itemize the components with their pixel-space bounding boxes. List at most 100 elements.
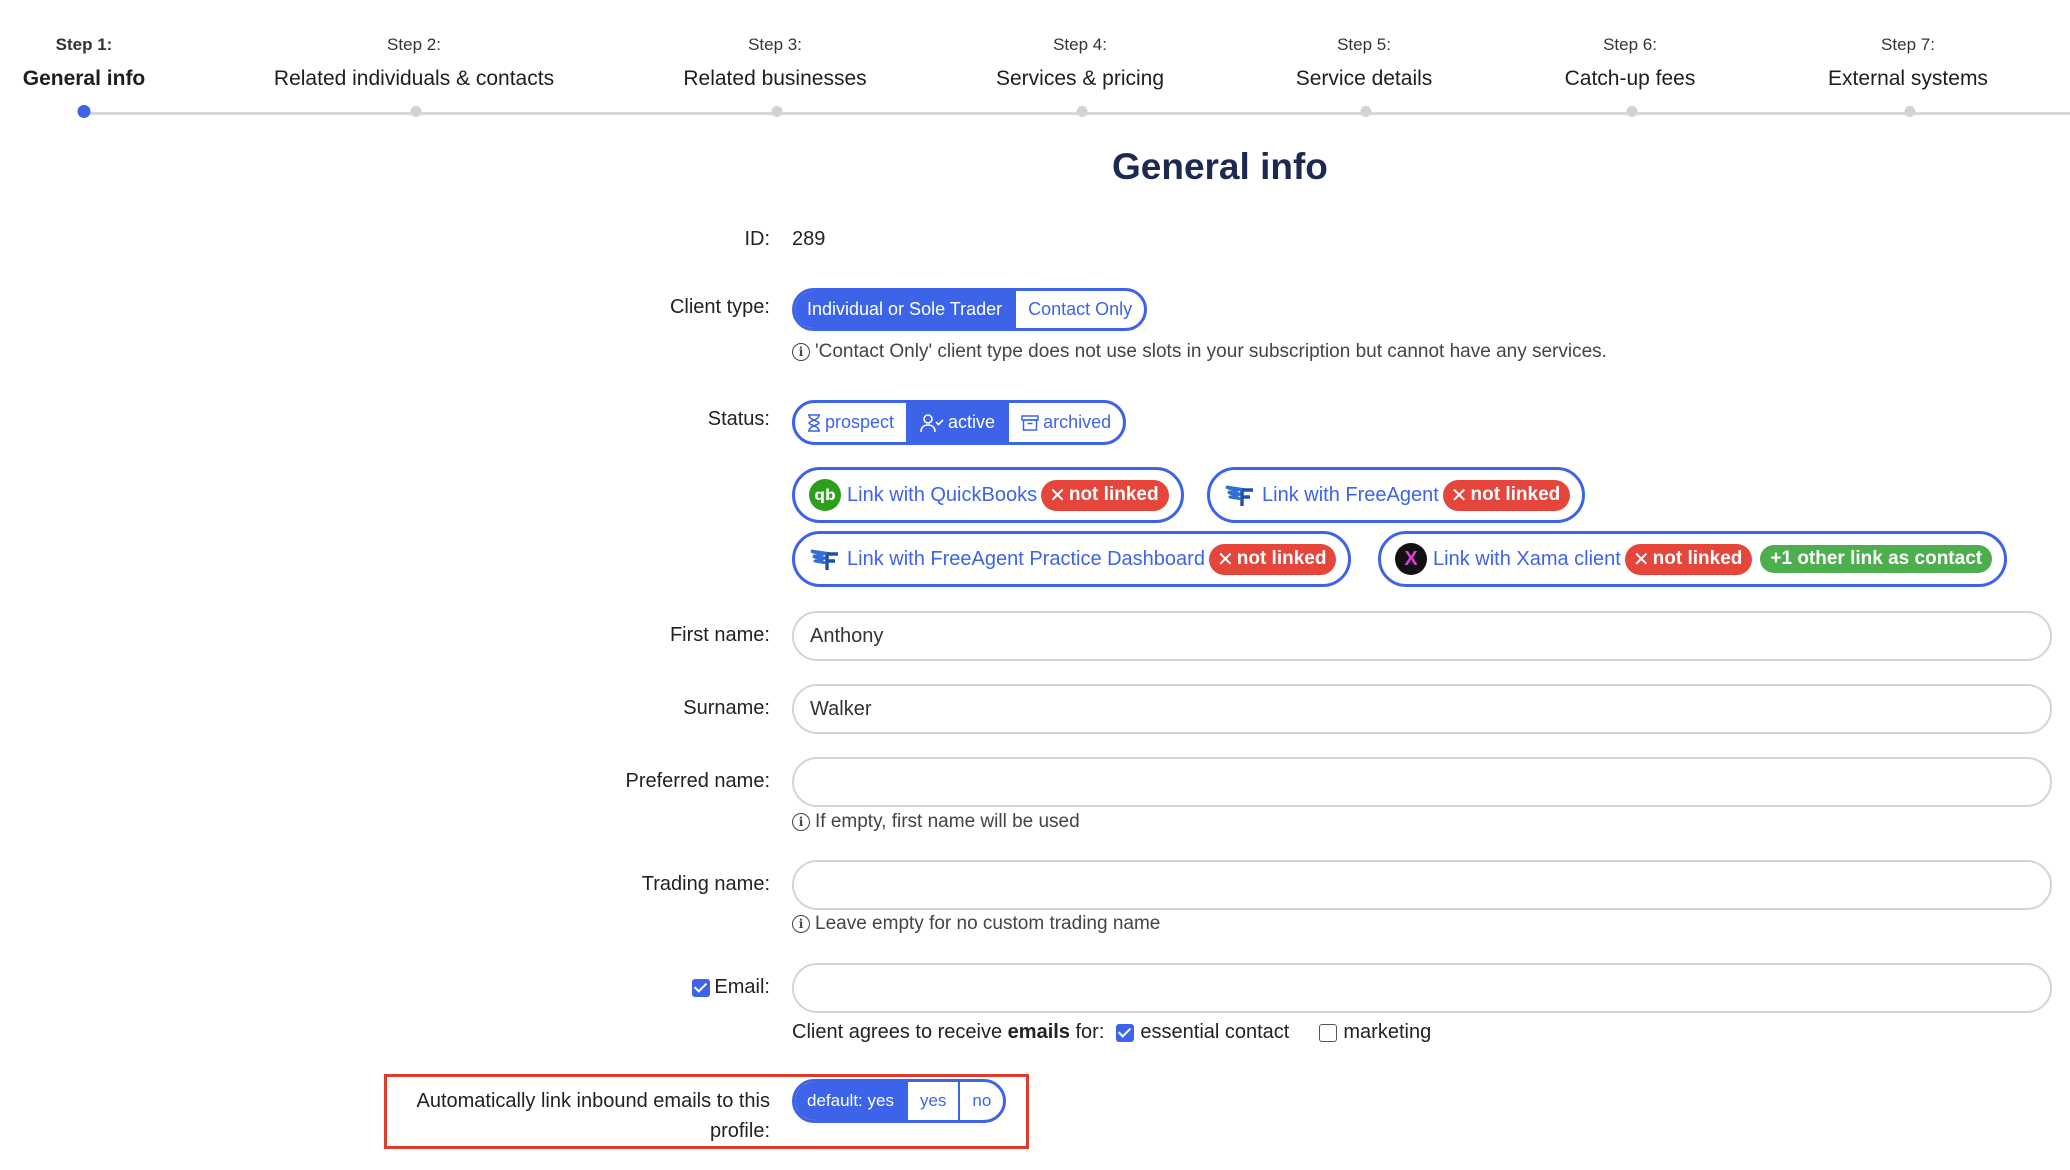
- step-dot[interactable]: [1904, 106, 1916, 117]
- trading-name-hint-text: Leave empty for no custom trading name: [815, 913, 1161, 934]
- step-related-businesses[interactable]: Step 3: Related businesses: [683, 34, 866, 92]
- email-consent-bold: emails: [1007, 1021, 1070, 1043]
- page-title: General info: [1112, 146, 1328, 187]
- status-prospect-option[interactable]: prospect: [795, 403, 906, 442]
- auto-link-toggle: default: yes yes no: [792, 1079, 1007, 1123]
- not-linked-badge: ✕ not linked: [1624, 543, 1753, 575]
- status-toggle: prospect active archived: [792, 400, 1127, 445]
- status-archived-label: archived: [1043, 412, 1112, 432]
- step-dot[interactable]: [1626, 106, 1638, 117]
- trading-name-label: Trading name:: [641, 873, 770, 895]
- not-linked-badge: ✕ not linked: [1041, 479, 1169, 511]
- preferred-name-label: Preferred name:: [625, 770, 770, 792]
- email-input[interactable]: [792, 963, 2052, 1013]
- id-label: ID:: [744, 228, 770, 250]
- client-type-hint: i 'Contact Only' client type does not us…: [792, 341, 1607, 363]
- step-number: Step 1:: [55, 35, 113, 54]
- first-name-label: First name:: [669, 624, 770, 646]
- step-service-details[interactable]: Step 5: Service details: [1296, 34, 1433, 92]
- step-title: Catch-up fees: [1564, 67, 1696, 90]
- step-number: Step 3:: [748, 35, 802, 54]
- step-dot[interactable]: [771, 106, 783, 117]
- client-type-label: Client type:: [669, 296, 770, 318]
- id-value: 289: [792, 228, 826, 250]
- step-number: Step 2:: [387, 35, 441, 54]
- link-quickbooks-label: Link with QuickBooks: [847, 483, 1038, 506]
- client-type-toggle: Individual or Sole Trader Contact Only: [792, 288, 1148, 331]
- step-title: Related businesses: [683, 67, 867, 90]
- status-label: Status:: [707, 408, 770, 430]
- x-icon: ✕: [1049, 484, 1066, 507]
- step-external-systems[interactable]: Step 7: External systems: [1828, 34, 1988, 92]
- step-title: Services & pricing: [995, 67, 1165, 90]
- marketing-checkbox[interactable]: [1319, 1023, 1338, 1042]
- status-active-option[interactable]: active: [906, 403, 1008, 442]
- email-consent-prefix: Client agrees to receive: [792, 1021, 1008, 1043]
- status-archived-option[interactable]: archived: [1007, 403, 1123, 442]
- step-dot[interactable]: [1360, 106, 1372, 117]
- step-dot[interactable]: [77, 105, 91, 118]
- auto-link-label: Automatically link inbound emails to thi…: [416, 1086, 770, 1146]
- email-label: Email:: [714, 976, 770, 998]
- email-enabled-checkbox[interactable]: [692, 978, 711, 997]
- step-general-info[interactable]: Step 1: General info: [23, 34, 146, 92]
- auto-link-default-option[interactable]: default: yes: [795, 1082, 906, 1120]
- step-number: Step 6:: [1603, 35, 1657, 54]
- freeagent-icon: [810, 549, 838, 570]
- info-icon: i: [792, 915, 810, 933]
- link-freeagent-button[interactable]: Link with FreeAgent ✕ not linked: [1207, 467, 1586, 523]
- first-name-input[interactable]: [792, 611, 2052, 661]
- link-xama-button[interactable]: X Link with Xama client ✕ not linked +1 o…: [1378, 531, 2008, 587]
- surname-input[interactable]: [792, 684, 2052, 734]
- step-related-individuals[interactable]: Step 2: Related individuals & contacts: [274, 34, 554, 92]
- client-type-individual-option[interactable]: Individual or Sole Trader: [795, 291, 1015, 328]
- step-title: Related individuals & contacts: [273, 67, 555, 90]
- not-linked-text: not linked: [1068, 484, 1159, 505]
- essential-contact-checkbox[interactable]: [1116, 1023, 1135, 1042]
- freeagent-icon: [1225, 485, 1253, 506]
- essential-contact-label: essential contact: [1140, 1021, 1290, 1043]
- trading-name-hint: i Leave empty for no custom trading name: [792, 913, 1160, 935]
- x-icon: ✕: [1632, 548, 1650, 571]
- not-linked-badge: ✕ not linked: [1208, 543, 1337, 575]
- user-check-icon: [920, 413, 944, 432]
- status-prospect-label: prospect: [825, 412, 895, 432]
- xama-icon: X: [1395, 543, 1427, 575]
- step-services-pricing[interactable]: Step 4: Services & pricing: [996, 34, 1164, 92]
- step-dot[interactable]: [1076, 106, 1088, 117]
- progress-stepper: Step 1: General info Step 2: Related ind…: [0, 0, 2070, 125]
- auto-link-no-option[interactable]: no: [958, 1082, 1003, 1120]
- step-number: Step 7:: [1881, 35, 1935, 54]
- step-title: General info: [22, 67, 146, 90]
- quickbooks-icon: qb: [809, 479, 841, 511]
- step-dot[interactable]: [410, 106, 422, 117]
- link-freeagent-practice-button[interactable]: Link with FreeAgent Practice Dashboard ✕…: [792, 531, 1352, 587]
- not-linked-badge: ✕ not linked: [1442, 479, 1571, 511]
- archive-icon: [1021, 414, 1039, 431]
- not-linked-text: not linked: [1652, 548, 1743, 569]
- step-number: Step 4:: [1053, 35, 1107, 54]
- info-icon: i: [792, 813, 810, 831]
- preferred-name-hint-text: If empty, first name will be used: [815, 811, 1080, 832]
- hourglass-icon: [808, 413, 820, 432]
- not-linked-text: not linked: [1470, 484, 1561, 505]
- client-type-contact-only-option[interactable]: Contact Only: [1014, 291, 1144, 328]
- step-catch-up-fees[interactable]: Step 6: Catch-up fees: [1565, 34, 1696, 92]
- auto-link-yes-option[interactable]: yes: [905, 1082, 958, 1120]
- surname-label: Surname:: [683, 697, 770, 719]
- trading-name-input[interactable]: [792, 860, 2052, 910]
- auto-link-label-line1: Automatically link inbound emails to thi…: [416, 1090, 770, 1112]
- link-quickbooks-button[interactable]: qb Link with QuickBooks ✕ not linked: [792, 467, 1184, 523]
- step-number: Step 5:: [1337, 35, 1391, 54]
- link-freeagent-practice-label: Link with FreeAgent Practice Dashboard: [847, 547, 1205, 570]
- email-label-group: Email:: [692, 976, 770, 999]
- preferred-name-hint: i If empty, first name will be used: [792, 811, 1080, 833]
- step-title: Service details: [1295, 67, 1433, 90]
- link-freeagent-label: Link with FreeAgent: [1262, 483, 1439, 506]
- link-xama-label: Link with Xama client: [1433, 547, 1621, 570]
- x-icon: ✕: [1450, 484, 1468, 507]
- marketing-label: marketing: [1343, 1021, 1432, 1043]
- preferred-name-input[interactable]: [792, 757, 2052, 807]
- auto-link-label-line2: profile:: [709, 1120, 770, 1142]
- status-active-label: active: [948, 412, 996, 432]
